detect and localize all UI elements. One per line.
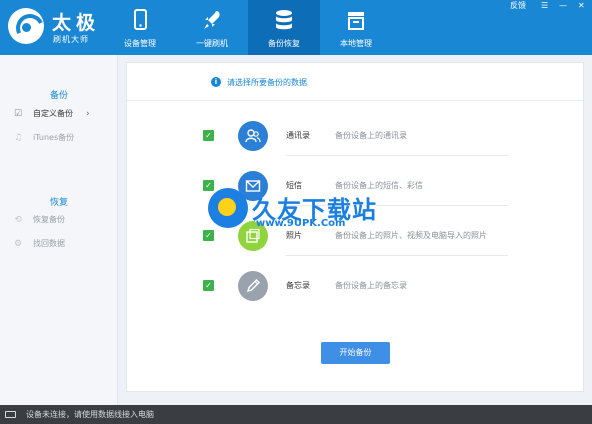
tab-backup-restore[interactable]: 备份恢复 [248, 0, 320, 55]
sidebar: 备份 ☑ 自定义备份 › ♫ iTunes备份 恢复 ⟲ 恢复备份 ⚙ 找回数据 [0, 55, 118, 405]
phone-icon [134, 9, 147, 30]
watermark-logo-icon [208, 188, 248, 228]
checkbox-photos[interactable]: ✓ [203, 230, 214, 241]
checklist-icon: ☑ [13, 109, 23, 119]
sidebar-head-restore: 恢复 [49, 198, 68, 208]
row-divider [286, 155, 508, 156]
memo-icon [238, 271, 268, 301]
store-icon [348, 12, 364, 30]
tab-one-click-flash[interactable]: 一键刷机 [176, 0, 248, 55]
feedback-link[interactable]: 反馈 [510, 0, 526, 12]
chevron-right-icon: › [86, 109, 90, 119]
contacts-icon [238, 121, 268, 151]
status-text: 设备未连接，请使用数据线接入电脑 [26, 410, 154, 419]
panel-header: i 请选择所要备份的数据 [127, 63, 583, 101]
sidebar-item-itunes-backup[interactable]: ♫ iTunes备份 [0, 129, 118, 147]
row-divider [286, 255, 508, 256]
sidebar-head-backup: 备份 [49, 91, 68, 101]
tab-label: 备份恢复 [268, 39, 300, 48]
checkbox-contacts[interactable]: ✓ [203, 130, 214, 141]
row-name: 照片 [286, 231, 302, 240]
sidebar-item-label: 恢复备份 [33, 215, 65, 224]
music-icon: ♫ [13, 133, 23, 143]
logo-icon [8, 8, 44, 44]
tab-label: 一键刷机 [196, 39, 228, 48]
tab-local-manage[interactable]: 本地管理 [320, 0, 392, 55]
backup-panel: i 请选择所要备份的数据 ✓ 通讯录 备份设备上的通讯录 ✓ 短信 备份设备上的… [126, 62, 584, 392]
sidebar-item-custom-backup[interactable]: ☑ 自定义备份 › [0, 105, 118, 123]
watermark-url: www.9UPK.Com [256, 218, 346, 229]
tab-label: 本地管理 [340, 39, 372, 48]
sidebar-item-label: 自定义备份 [33, 109, 73, 118]
restore-icon: ⟲ [14, 215, 22, 225]
row-name: 备忘录 [286, 281, 310, 290]
menu-icon[interactable]: ☰ [541, 0, 548, 12]
checkbox-messages[interactable]: ✓ [203, 180, 214, 191]
backup-row-memo: ✓ 备忘录 备份设备上的备忘录 [127, 271, 583, 301]
app-subtitle: 刷机大师 [53, 35, 89, 44]
status-bar: 设备未连接，请使用数据线接入电脑 [0, 405, 592, 424]
gear-icon: ⚙ [13, 239, 23, 249]
database-icon [276, 10, 292, 30]
start-backup-button[interactable]: 开始备份 [321, 342, 390, 364]
sidebar-item-label: iTunes备份 [33, 133, 75, 142]
row-desc: 备份设备上的备忘录 [335, 281, 407, 290]
usb-icon [5, 411, 16, 418]
top-bar: 太极 刷机大师 设备管理 一键刷机 备份恢复 本地管理 反馈 ☰ — ✕ [0, 0, 592, 55]
checkbox-memo[interactable]: ✓ [203, 280, 214, 291]
app-title: 太极 [52, 12, 101, 34]
row-name: 通讯录 [286, 131, 310, 140]
backup-row-contacts: ✓ 通讯录 备份设备上的通讯录 [127, 121, 583, 156]
hint-text: 请选择所要备份的数据 [227, 78, 307, 87]
tab-label: 设备管理 [124, 39, 156, 48]
row-desc: 备份设备上的通讯录 [335, 131, 407, 140]
tab-device-manage[interactable]: 设备管理 [104, 0, 176, 55]
minimize-button[interactable]: — [559, 0, 567, 12]
info-icon: i [211, 77, 221, 87]
sidebar-item-label: 找回数据 [33, 239, 65, 248]
close-button[interactable]: ✕ [578, 0, 585, 12]
row-desc: 备份设备上的照片、视频及电脑导入的照片 [335, 231, 487, 240]
sidebar-item-recover-data[interactable]: ⚙ 找回数据 [0, 235, 118, 253]
rocket-icon [204, 11, 220, 29]
sidebar-item-restore-backup[interactable]: ⟲ 恢复备份 [0, 211, 118, 229]
backup-row-photos: ✓ 照片 备份设备上的照片、视频及电脑导入的照片 [127, 221, 583, 256]
